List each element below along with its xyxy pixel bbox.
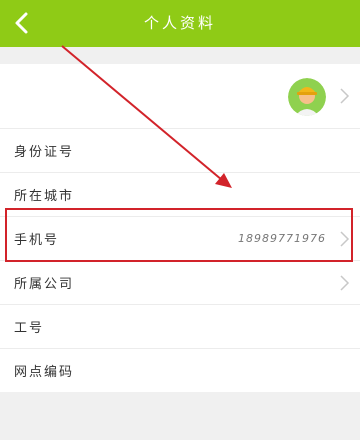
row-label: 所在城市 <box>14 189 75 204</box>
row-outlet-code[interactable]: 网点编码 <box>0 349 360 392</box>
row-label: 身份证号 <box>14 145 75 160</box>
row-label: 所属公司 <box>14 277 75 292</box>
row-employee-id[interactable]: 工号 <box>0 305 360 349</box>
row-phone[interactable]: 手机号 18989771976 <box>0 217 360 261</box>
row-id-number[interactable]: 身份证号 <box>0 129 360 173</box>
row-company[interactable]: 所属公司 <box>0 261 360 305</box>
row-label: 工号 <box>14 321 45 336</box>
row-label: 手机号 <box>14 233 60 248</box>
phone-value: 18989771976 <box>238 232 326 245</box>
profile-list: 身份证号 所在城市 手机号 18989771976 所属公司 工号 网点编码 <box>0 64 360 392</box>
avatar-row[interactable] <box>0 64 360 129</box>
row-city[interactable]: 所在城市 <box>0 173 360 217</box>
worker-avatar-icon <box>288 78 326 116</box>
nav-bar: 个人资料 <box>0 0 360 47</box>
chevron-right-icon <box>340 274 350 291</box>
chevron-right-icon <box>340 88 350 104</box>
page-title: 个人资料 <box>143 14 216 32</box>
avatar <box>288 78 326 116</box>
chevron-right-icon <box>340 230 350 247</box>
row-label: 网点编码 <box>14 365 75 380</box>
